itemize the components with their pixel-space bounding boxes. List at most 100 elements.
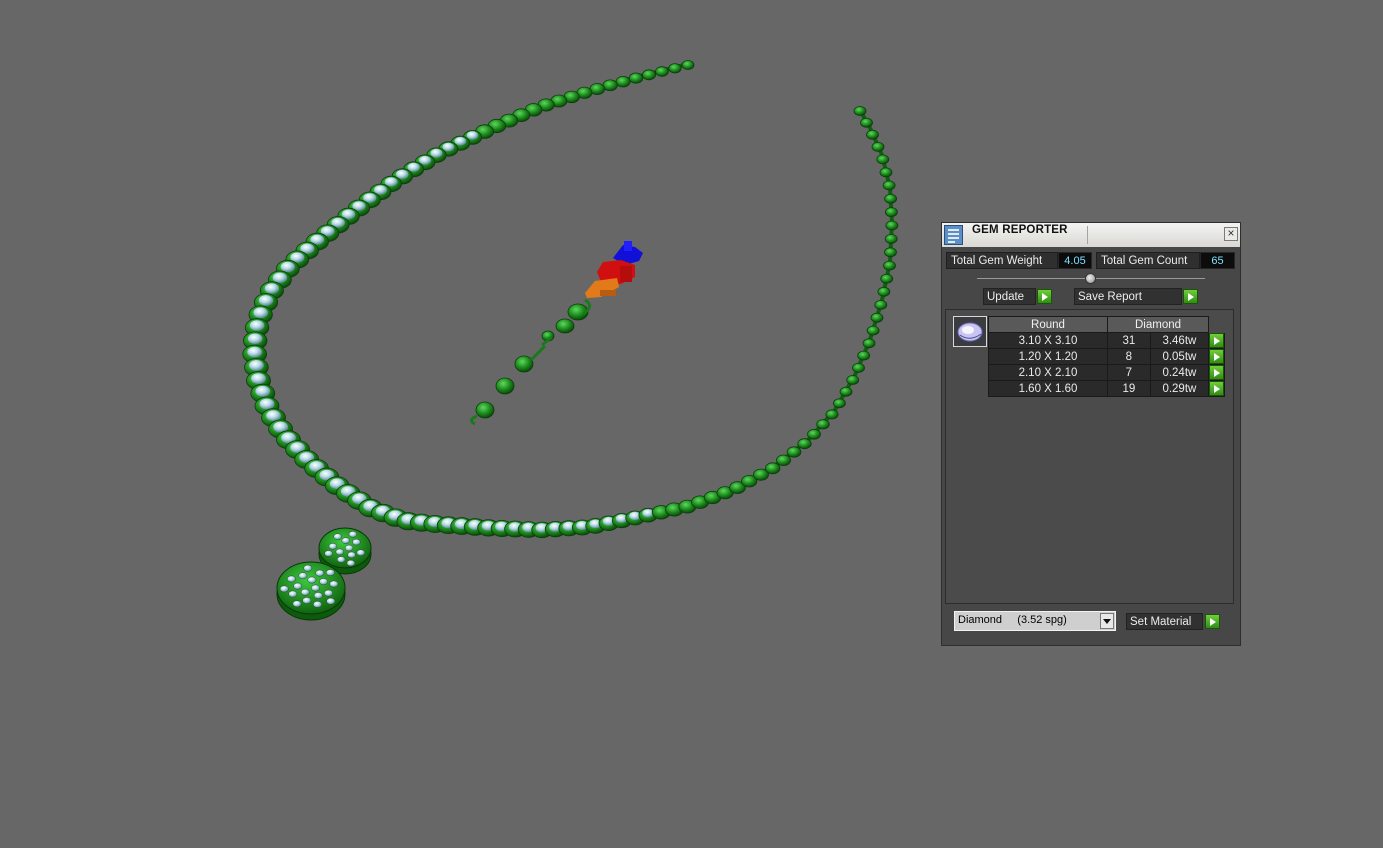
chain-bead (816, 419, 830, 430)
set-gem (266, 410, 281, 422)
pendant-gem (344, 544, 354, 552)
clasp-part (514, 355, 534, 373)
chain-bead (825, 409, 839, 420)
table-row[interactable]: 1.60 X 1.60 19 0.29tw (988, 380, 1225, 397)
set-material-go-icon[interactable] (1205, 614, 1220, 629)
total-gem-count-value: 65 (1200, 252, 1235, 269)
report-icon (944, 225, 963, 245)
gem-count: 7 (1107, 364, 1151, 381)
set-gem (253, 307, 268, 319)
chain-bead (765, 462, 781, 475)
material-header: Diamond (1107, 316, 1209, 333)
set-gem (280, 261, 295, 273)
set-material-button[interactable]: Set Material (1126, 613, 1203, 630)
chain-bead (884, 193, 897, 204)
panel-splitter-handle[interactable] (1085, 273, 1096, 284)
material-selected-value: Diamond (3.52 spg) (958, 614, 1067, 626)
gem-weight: 0.29tw (1149, 380, 1210, 397)
set-gem (255, 385, 271, 397)
pendant-gem (348, 531, 358, 538)
necklace-model (242, 60, 899, 621)
row-go-icon[interactable] (1209, 333, 1224, 348)
chain-bead (655, 66, 669, 77)
total-gem-weight-value: 4.05 (1058, 252, 1092, 269)
pendant-gem (328, 543, 338, 550)
pendant-gem (319, 578, 329, 585)
pendant-gem (356, 549, 366, 556)
save-report-go-icon[interactable] (1183, 289, 1198, 304)
pendant-gem (335, 548, 345, 556)
table-row[interactable]: 1.20 X 1.20 8 0.05tw (988, 348, 1225, 365)
chain-bead (857, 350, 871, 361)
pendant-gem (326, 597, 336, 605)
pendant-gem (313, 592, 323, 599)
material-dropdown[interactable]: Diamond (3.52 spg) (954, 611, 1116, 631)
pendant-gem (292, 600, 302, 608)
row-go-icon[interactable] (1209, 365, 1224, 380)
set-gem (264, 283, 280, 294)
clasp-part (495, 377, 515, 395)
chain-bead (874, 299, 888, 310)
set-gem (272, 272, 288, 283)
chain-bead (885, 207, 898, 218)
pendant-gem (352, 538, 361, 546)
row-go-icon[interactable] (1209, 349, 1224, 364)
chain-bead (668, 63, 682, 74)
gem-weight: 3.46tw (1149, 332, 1210, 349)
chain-bead (877, 286, 891, 297)
pendant-gem (293, 582, 303, 590)
total-gem-count-label: Total Gem Count (1096, 252, 1200, 269)
title-bar[interactable]: GEM REPORTER × (942, 223, 1240, 247)
set-gem (430, 148, 443, 158)
chain-bead (602, 79, 618, 92)
pendant-gem (300, 588, 310, 596)
chain-bead (883, 260, 896, 271)
set-gem (419, 155, 432, 165)
panel-title: GEM REPORTER (972, 224, 1068, 236)
pendant-gem (336, 556, 346, 563)
pendant-gem (324, 589, 333, 597)
chain-bead (876, 154, 890, 165)
pendant-gem (313, 601, 322, 608)
pendant-gem (341, 537, 351, 544)
gem-count: 19 (1107, 380, 1151, 397)
save-report-button[interactable]: Save Report (1074, 288, 1182, 305)
set-gem (251, 373, 266, 384)
chain-bead (839, 386, 853, 397)
pendant-gem (307, 576, 317, 584)
axis-gizmo (585, 241, 643, 298)
close-button[interactable]: × (1224, 227, 1238, 241)
set-gem (249, 360, 264, 371)
gem-count: 8 (1107, 348, 1151, 365)
chain-bead (871, 141, 885, 152)
chain-bead (628, 72, 644, 84)
chain-bead (880, 273, 894, 284)
table-row[interactable]: 3.10 X 3.10 31 3.46tw (988, 332, 1225, 349)
pendant-gem (287, 575, 296, 583)
table-row[interactable]: 2.10 X 2.10 7 0.24tw (988, 364, 1225, 381)
set-gem (247, 346, 263, 358)
gem-weight: 0.05tw (1149, 348, 1210, 365)
set-gem (442, 142, 455, 152)
row-go-icon[interactable] (1209, 381, 1224, 396)
chain-bead (866, 325, 880, 336)
clasp-part (475, 401, 495, 419)
chain-bead (681, 60, 695, 70)
pendant-gem (311, 584, 320, 592)
chain-wire (251, 62, 895, 532)
update-go-icon[interactable] (1037, 289, 1052, 304)
chain-bead (884, 233, 898, 244)
update-button[interactable]: Update (983, 288, 1036, 305)
pendant-gem (279, 585, 289, 593)
shape-header: Round (988, 316, 1108, 333)
chevron-down-icon[interactable] (1100, 613, 1114, 629)
chain-bead (870, 312, 884, 323)
pendant-gem (347, 551, 356, 559)
chain-bead (866, 129, 879, 140)
chain-bead (807, 428, 821, 440)
gem-weight: 0.24tw (1149, 364, 1210, 381)
gem-size: 2.10 X 2.10 (988, 364, 1108, 381)
chain-bead (852, 362, 865, 373)
chain-bead (642, 69, 657, 81)
round-gem-icon[interactable] (953, 316, 987, 347)
